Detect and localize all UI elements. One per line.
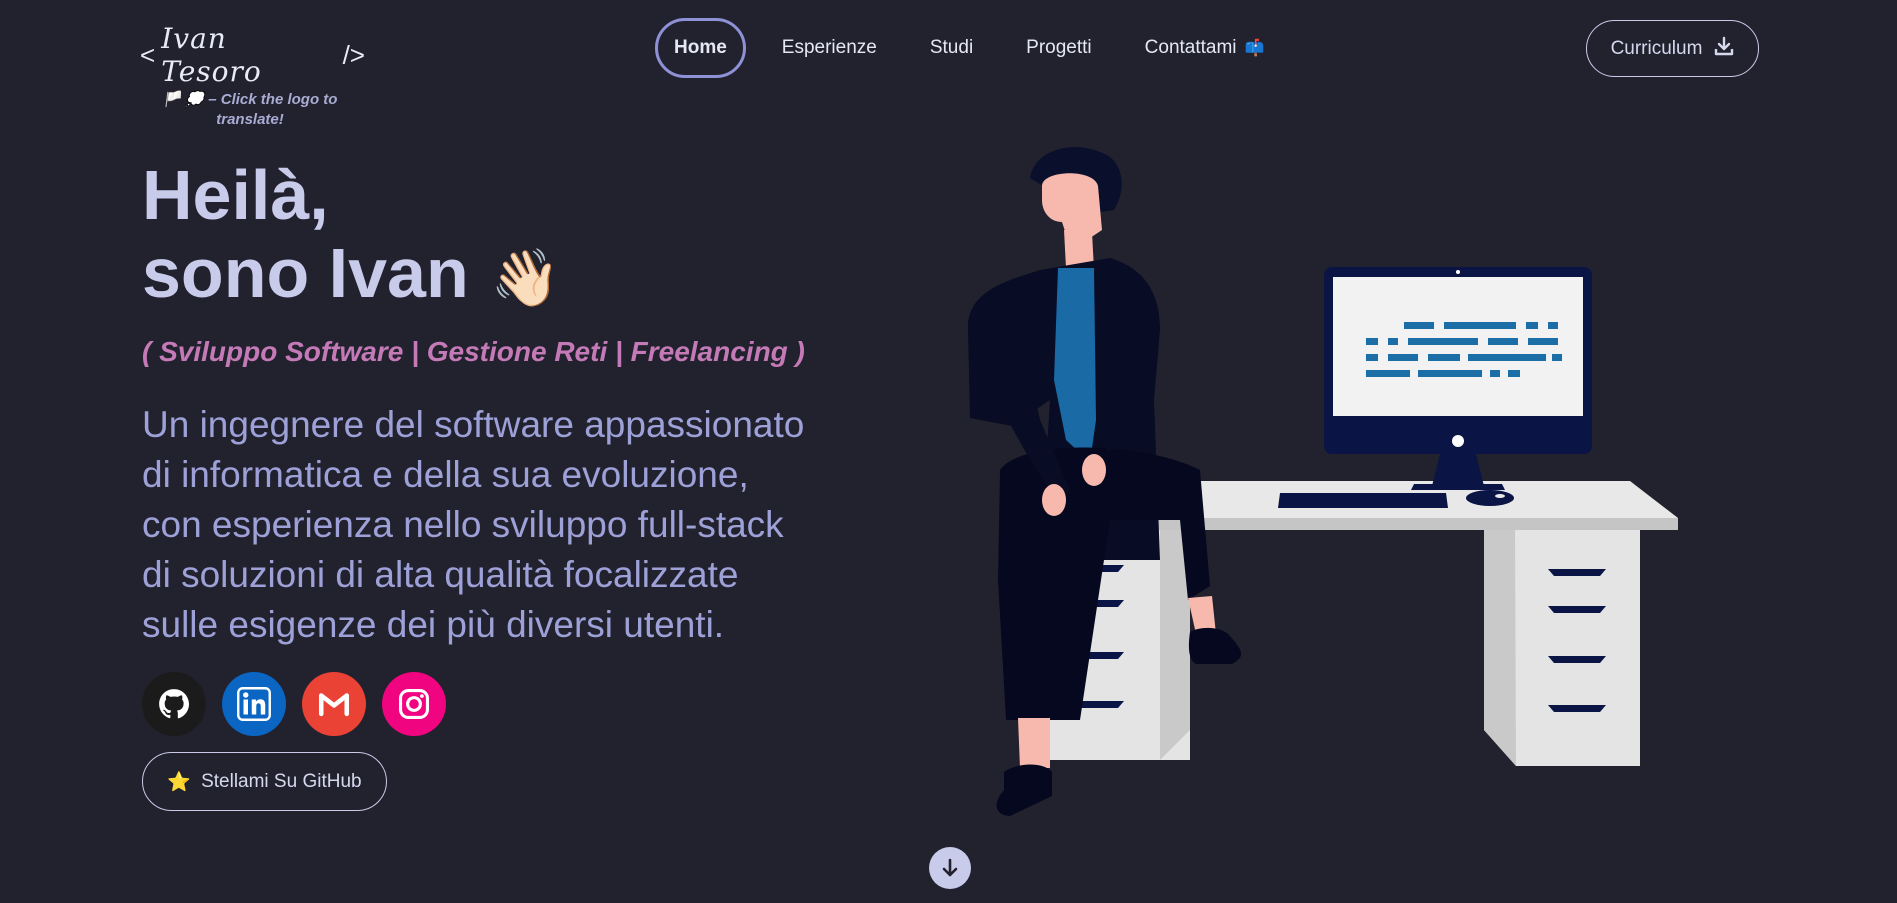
star-icon: ⭐ bbox=[167, 771, 192, 793]
nav-studi[interactable]: Studi bbox=[930, 37, 973, 59]
logo-signature: Ivan Tesoro bbox=[161, 22, 262, 88]
scroll-down-button[interactable] bbox=[929, 847, 971, 889]
linkedin-link[interactable] bbox=[222, 672, 286, 736]
description-line: di soluzioni di alta qualità focalizzate bbox=[142, 554, 739, 595]
github-icon bbox=[159, 689, 190, 719]
hero-title-line1: Heilà, bbox=[142, 156, 329, 234]
gmail-icon bbox=[318, 693, 350, 717]
github-link[interactable] bbox=[142, 672, 206, 736]
nav-contattami[interactable]: Contattami 📫 bbox=[1145, 37, 1265, 59]
logo-close: /> bbox=[342, 39, 365, 70]
nav-home[interactable]: Home bbox=[655, 18, 746, 78]
developer-desk-illustration bbox=[967, 147, 1678, 816]
gmail-link[interactable] bbox=[302, 672, 366, 736]
curriculum-button[interactable]: Curriculum bbox=[1586, 20, 1759, 77]
description-line: di informatica e della sua evoluzione, bbox=[142, 454, 749, 495]
nav-contattami-label: Contattami bbox=[1144, 37, 1237, 58]
hero-title-line2-wrap: sono Ivan 👋🏻 bbox=[142, 234, 560, 317]
mailbox-icon: 📫 bbox=[1244, 40, 1265, 57]
logo[interactable]: < Ivan Tesoro /> bbox=[140, 22, 365, 88]
waving-hand-icon: 👋🏻 bbox=[490, 246, 561, 309]
nav-progetti[interactable]: Progetti bbox=[1026, 37, 1091, 59]
hero-title: Heilà, sono Ivan 👋🏻 bbox=[142, 156, 560, 317]
logo-open: < bbox=[140, 39, 156, 70]
curriculum-label: Curriculum bbox=[1610, 37, 1703, 59]
hero-description: Un ingegnere del software appassionato d… bbox=[142, 400, 922, 650]
description-line: Un ingegnere del software appassionato bbox=[142, 404, 805, 445]
instagram-link[interactable] bbox=[382, 672, 446, 736]
linkedin-icon bbox=[237, 687, 271, 721]
hero-title-line2: sono Ivan bbox=[142, 234, 469, 312]
tagline: ( Sviluppo Software | Gestione Reti | Fr… bbox=[142, 336, 805, 367]
main-nav: Home Esperienze Studi Progetti Contattam… bbox=[655, 18, 1317, 78]
logo-area: < Ivan Tesoro /> 🏳️ 💭 – Click the logo t… bbox=[140, 22, 365, 130]
translate-hint: 🏳️ 💭 – Click the logo to translate! bbox=[162, 91, 338, 128]
arrow-down-icon bbox=[942, 858, 958, 877]
nav-esperienze[interactable]: Esperienze bbox=[782, 37, 877, 59]
description-line: con esperienza nello sviluppo full-stack bbox=[142, 504, 784, 545]
social-links bbox=[142, 672, 446, 736]
description-line: sulle esigenze dei più diversi utenti. bbox=[142, 604, 725, 645]
instagram-icon bbox=[398, 688, 430, 720]
star-button-label: Stellami Su GitHub bbox=[201, 770, 362, 792]
download-icon bbox=[1714, 36, 1734, 62]
star-on-github-button[interactable]: ⭐ Stellami Su GitHub bbox=[142, 752, 387, 811]
